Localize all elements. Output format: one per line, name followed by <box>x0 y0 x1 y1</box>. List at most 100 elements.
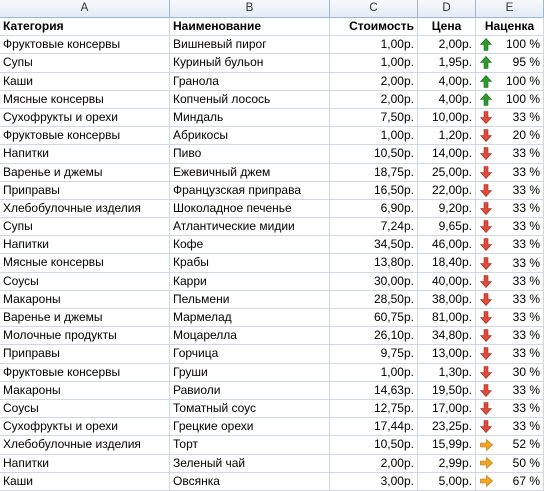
price-cell[interactable]: 13,00р. <box>418 345 476 364</box>
category-cell[interactable]: Напитки <box>0 145 170 164</box>
cost-cell[interactable]: 1,00р. <box>330 54 418 73</box>
column-header-d[interactable]: D <box>418 0 476 18</box>
product-name-cell[interactable]: Крабы <box>170 254 330 273</box>
cost-cell[interactable]: 10,50р. <box>330 436 418 455</box>
markup-cell[interactable]: 67 % <box>476 472 544 491</box>
markup-cell[interactable]: 33 % <box>476 381 544 400</box>
price-cell[interactable]: 14,00р. <box>418 145 476 164</box>
product-name-cell[interactable]: Карри <box>170 272 330 291</box>
category-cell[interactable]: Фруктовые консервы <box>0 127 170 146</box>
cost-cell[interactable]: 7,24р. <box>330 218 418 237</box>
cost-cell[interactable]: 12,75р. <box>330 399 418 419</box>
markup-cell[interactable]: 33 % <box>476 145 544 164</box>
product-name-cell[interactable]: Куриный бульон <box>170 54 330 73</box>
category-cell[interactable]: Сухофрукты и орехи <box>0 108 170 128</box>
price-cell[interactable]: 9,20р. <box>418 199 476 219</box>
product-name-cell[interactable]: Атлантические мидии <box>170 218 330 237</box>
category-cell[interactable]: Хлебобулочные изделия <box>0 199 170 219</box>
category-cell[interactable]: Фруктовые консервы <box>0 36 170 55</box>
product-name-cell[interactable]: Зеленый чай <box>170 454 330 473</box>
price-cell[interactable]: 19,50р. <box>418 381 476 400</box>
cost-cell[interactable]: 34,50р. <box>330 236 418 255</box>
cost-cell[interactable]: 16,50р. <box>330 181 418 200</box>
product-name-cell[interactable]: Пельмени <box>170 290 330 309</box>
category-cell[interactable]: Хлебобулочные изделия <box>0 436 170 455</box>
product-name-cell[interactable]: Горчица <box>170 345 330 364</box>
price-cell[interactable]: 1,30р. <box>418 363 476 382</box>
column-header-c[interactable]: C <box>330 0 418 18</box>
category-cell[interactable]: Мясные консервы <box>0 90 170 109</box>
price-cell[interactable]: 5,00р. <box>418 472 476 491</box>
price-cell[interactable]: 38,00р. <box>418 290 476 309</box>
markup-cell[interactable]: 50 % <box>476 454 544 473</box>
price-cell[interactable]: 15,99р. <box>418 436 476 455</box>
category-cell[interactable]: Фруктовые консервы <box>0 363 170 382</box>
markup-cell[interactable]: 33 % <box>476 163 544 182</box>
price-cell[interactable]: 1,95р. <box>418 54 476 73</box>
markup-cell[interactable]: 33 % <box>476 399 544 419</box>
markup-cell[interactable]: 33 % <box>476 108 544 128</box>
product-name-cell[interactable]: Пиво <box>170 145 330 164</box>
price-cell[interactable]: 18,40р. <box>418 254 476 273</box>
column-header-a[interactable]: A <box>0 0 170 18</box>
cost-cell[interactable]: 2,00р. <box>330 72 418 91</box>
markup-cell[interactable]: 33 % <box>476 236 544 255</box>
cost-cell[interactable]: 6,90р. <box>330 199 418 219</box>
markup-cell[interactable]: 33 % <box>476 199 544 219</box>
category-cell[interactable]: Макароны <box>0 290 170 309</box>
markup-cell[interactable]: 100 % <box>476 90 544 109</box>
cost-cell[interactable]: 26,10р. <box>330 327 418 346</box>
cost-cell[interactable]: 2,00р. <box>330 90 418 109</box>
category-cell[interactable]: Соусы <box>0 399 170 419</box>
category-cell[interactable]: Каши <box>0 72 170 91</box>
price-cell[interactable]: 34,80р. <box>418 327 476 346</box>
product-name-cell[interactable]: Абрикосы <box>170 127 330 146</box>
product-name-cell[interactable]: Груши <box>170 363 330 382</box>
category-cell[interactable]: Мясные консервы <box>0 254 170 273</box>
markup-cell[interactable]: 33 % <box>476 345 544 364</box>
product-name-cell[interactable]: Французская приправа <box>170 181 330 200</box>
category-cell[interactable]: Напитки <box>0 454 170 473</box>
header-name-cell[interactable]: Наименование <box>170 18 330 37</box>
cost-cell[interactable]: 60,75р. <box>330 309 418 328</box>
cost-cell[interactable]: 10,50р. <box>330 145 418 164</box>
column-header-b[interactable]: B <box>170 0 330 18</box>
cost-cell[interactable]: 3,00р. <box>330 472 418 491</box>
header-cost-cell[interactable]: Стоимость <box>330 18 418 37</box>
header-price-cell[interactable]: Цена <box>418 18 476 37</box>
column-header-e[interactable]: E <box>476 0 544 18</box>
price-cell[interactable]: 10,00р. <box>418 108 476 128</box>
category-cell[interactable]: Молочные продукты <box>0 327 170 346</box>
price-cell[interactable]: 22,00р. <box>418 181 476 200</box>
product-name-cell[interactable]: Миндаль <box>170 108 330 128</box>
category-cell[interactable]: Напитки <box>0 236 170 255</box>
product-name-cell[interactable]: Копченый лосось <box>170 90 330 109</box>
category-cell[interactable]: Супы <box>0 54 170 73</box>
category-cell[interactable]: Варенье и джемы <box>0 163 170 182</box>
product-name-cell[interactable]: Грецкие орехи <box>170 418 330 437</box>
markup-cell[interactable]: 52 % <box>476 436 544 455</box>
category-cell[interactable]: Сухофрукты и орехи <box>0 418 170 437</box>
cost-cell[interactable]: 7,50р. <box>330 108 418 128</box>
price-cell[interactable]: 81,00р. <box>418 309 476 328</box>
cost-cell[interactable]: 17,44р. <box>330 418 418 437</box>
product-name-cell[interactable]: Ежевичный джем <box>170 163 330 182</box>
markup-cell[interactable]: 33 % <box>476 272 544 291</box>
product-name-cell[interactable]: Гранола <box>170 72 330 91</box>
markup-cell[interactable]: 33 % <box>476 254 544 273</box>
price-cell[interactable]: 40,00р. <box>418 272 476 291</box>
product-name-cell[interactable]: Томатный соус <box>170 399 330 419</box>
product-name-cell[interactable]: Равиоли <box>170 381 330 400</box>
cost-cell[interactable]: 2,00р. <box>330 454 418 473</box>
markup-cell[interactable]: 100 % <box>476 72 544 91</box>
category-cell[interactable]: Супы <box>0 218 170 237</box>
header-markup-cell[interactable]: Наценка <box>476 18 544 37</box>
cost-cell[interactable]: 28,50р. <box>330 290 418 309</box>
product-name-cell[interactable]: Кофе <box>170 236 330 255</box>
cost-cell[interactable]: 9,75р. <box>330 345 418 364</box>
category-cell[interactable]: Соусы <box>0 272 170 291</box>
price-cell[interactable]: 23,25р. <box>418 418 476 437</box>
cost-cell[interactable]: 14,63р. <box>330 381 418 400</box>
category-cell[interactable]: Каши <box>0 472 170 491</box>
product-name-cell[interactable]: Шоколадное печенье <box>170 199 330 219</box>
